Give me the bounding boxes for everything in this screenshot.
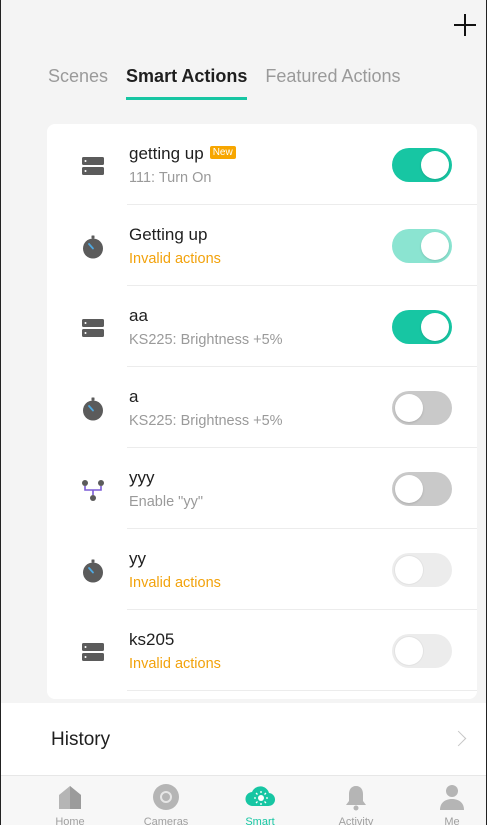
action-title: a xyxy=(129,387,139,406)
device-icon xyxy=(82,319,104,337)
tab-scenes[interactable]: Scenes xyxy=(48,66,108,97)
device-icon xyxy=(82,157,104,175)
nav-activity[interactable]: Activity xyxy=(311,782,401,825)
app-screen: Scenes Smart Actions Featured Actions ge… xyxy=(0,0,487,825)
action-title: getting up New xyxy=(129,144,236,164)
action-title: Getting up xyxy=(129,225,208,244)
action-subtitle: Invalid actions xyxy=(129,251,221,267)
device-icon xyxy=(82,643,104,661)
action-title: aa xyxy=(129,306,148,325)
smart-actions-list: getting up New 111: Turn On Getting up In… xyxy=(47,124,477,699)
person-icon xyxy=(440,785,464,810)
timer-icon xyxy=(83,397,103,421)
nav-me[interactable]: Me xyxy=(407,782,486,825)
action-title: yy xyxy=(129,549,146,568)
action-toggle[interactable] xyxy=(392,391,452,425)
bottom-nav: Home Cameras Smart Activity Me xyxy=(1,775,486,825)
action-subtitle: KS225: Brightness +5% xyxy=(129,413,283,429)
action-subtitle: Invalid actions xyxy=(129,575,221,591)
add-icon[interactable] xyxy=(452,12,478,38)
action-subtitle: Invalid actions xyxy=(129,656,221,672)
camera-icon xyxy=(153,784,179,810)
list-item[interactable]: yy Invalid actions xyxy=(47,529,477,610)
list-item[interactable]: Getting up Invalid actions xyxy=(47,205,477,286)
tab-featured-actions[interactable]: Featured Actions xyxy=(265,66,400,97)
chevron-right-icon xyxy=(450,730,467,747)
history-row[interactable]: History xyxy=(1,703,486,775)
action-title: yyy xyxy=(129,468,155,487)
timer-icon xyxy=(83,559,103,583)
branch-icon xyxy=(82,480,104,501)
action-toggle[interactable] xyxy=(392,148,452,182)
action-subtitle: Enable "yy" xyxy=(129,494,203,510)
action-toggle[interactable] xyxy=(392,310,452,344)
bell-icon xyxy=(346,786,366,811)
nav-smart[interactable]: Smart xyxy=(215,782,305,825)
action-toggle[interactable] xyxy=(392,472,452,506)
action-subtitle: 111: Turn On xyxy=(129,170,212,186)
list-item[interactable]: getting up New 111: Turn On xyxy=(47,124,477,205)
smart-cloud-icon xyxy=(245,786,275,807)
nav-home[interactable]: Home xyxy=(25,782,115,825)
action-toggle[interactable] xyxy=(392,229,452,263)
list-item[interactable]: yyy Enable "yy" xyxy=(47,448,477,529)
home-icon xyxy=(59,786,81,809)
action-toggle[interactable] xyxy=(392,553,452,587)
tab-smart-actions[interactable]: Smart Actions xyxy=(126,66,248,100)
new-badge: New xyxy=(209,146,236,159)
action-subtitle: KS225: Brightness +5% xyxy=(129,332,283,348)
action-toggle[interactable] xyxy=(392,634,452,668)
nav-cameras[interactable]: Cameras xyxy=(121,782,211,825)
history-label: History xyxy=(51,729,111,750)
tab-bar: Scenes Smart Actions Featured Actions xyxy=(48,66,486,106)
timer-icon xyxy=(83,235,103,259)
list-item[interactable]: ks205 Invalid actions xyxy=(47,610,477,691)
list-item[interactable]: a KS225: Brightness +5% xyxy=(47,367,477,448)
action-title: ks205 xyxy=(129,630,175,649)
list-item[interactable]: aa KS225: Brightness +5% xyxy=(47,286,477,367)
